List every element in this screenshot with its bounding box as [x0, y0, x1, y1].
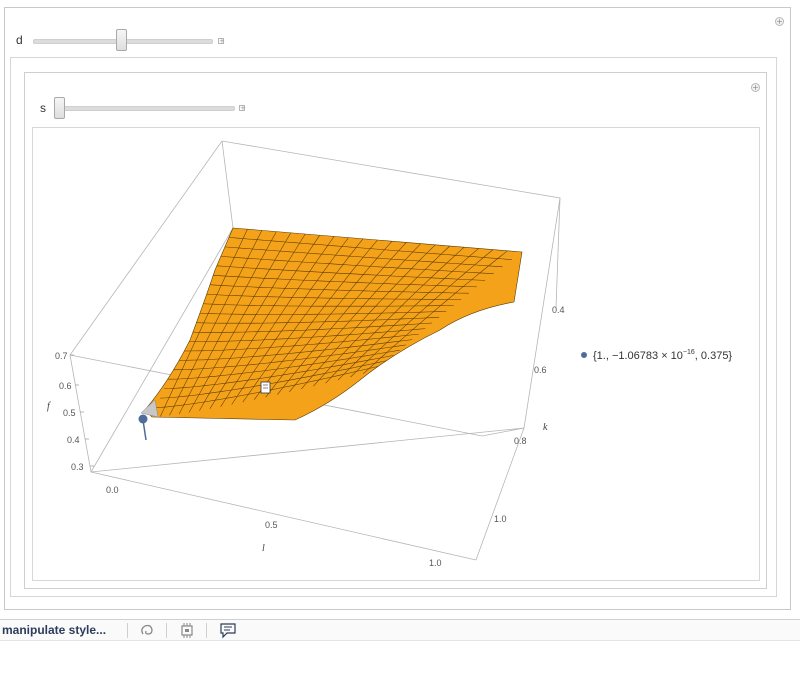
svg-text:{1., −1.06783 × 10−16, 0.375}: {1., −1.06783 × 10−16, 0.375}	[593, 349, 732, 362]
y-axis-label: k	[543, 422, 548, 433]
plot3d[interactable]: 0.7 0.6 0.5 0.4 0.3 f 0.0 0.5 1.0 l 0.4 …	[0, 0, 800, 693]
y-tick: 1.0	[494, 514, 507, 524]
z-tick: 0.5	[63, 408, 76, 418]
comment-icon[interactable]	[219, 622, 237, 639]
locator-point[interactable]	[138, 414, 148, 441]
x-axis-ticks: 0.0 0.5 1.0	[106, 485, 442, 568]
divider	[127, 623, 128, 638]
legend-exponent: −16	[683, 349, 695, 356]
point-legend: {1., −1.06783 × 10−16, 0.375}	[581, 349, 732, 362]
manipulate-style-button[interactable]: manipulate style...	[2, 623, 106, 637]
surface-edge-patch	[140, 399, 159, 418]
z-tick: 0.3	[71, 462, 84, 472]
legend-text: {1., −1.06783 × 10	[593, 350, 683, 362]
x-tick: 0.0	[106, 485, 119, 495]
surface	[140, 227, 523, 421]
x-axis-label: l	[262, 543, 265, 554]
x-tick: 1.0	[429, 558, 442, 568]
x-tick: 0.5	[265, 520, 278, 530]
y-tick: 0.6	[534, 365, 547, 375]
swirl-icon[interactable]	[138, 622, 156, 639]
divider	[206, 623, 207, 638]
y-tick: 0.4	[552, 305, 565, 315]
z-tick: 0.4	[67, 435, 80, 445]
y-axis-ticks: 0.4 0.6 0.8 1.0	[494, 305, 565, 524]
z-tick: 0.6	[59, 381, 72, 391]
z-axis-ticks: 0.7 0.6 0.5 0.4 0.3	[55, 351, 94, 472]
z-tick: 0.7	[55, 351, 68, 361]
y-tick: 0.8	[514, 436, 527, 446]
chip-icon[interactable]	[178, 622, 196, 639]
legend-tail: , 0.375}	[695, 350, 733, 362]
z-axis-label: f	[47, 401, 51, 412]
suggestions-bar: manipulate style...	[0, 619, 800, 641]
pointer-cursor-icon	[260, 381, 271, 394]
divider	[166, 623, 167, 638]
